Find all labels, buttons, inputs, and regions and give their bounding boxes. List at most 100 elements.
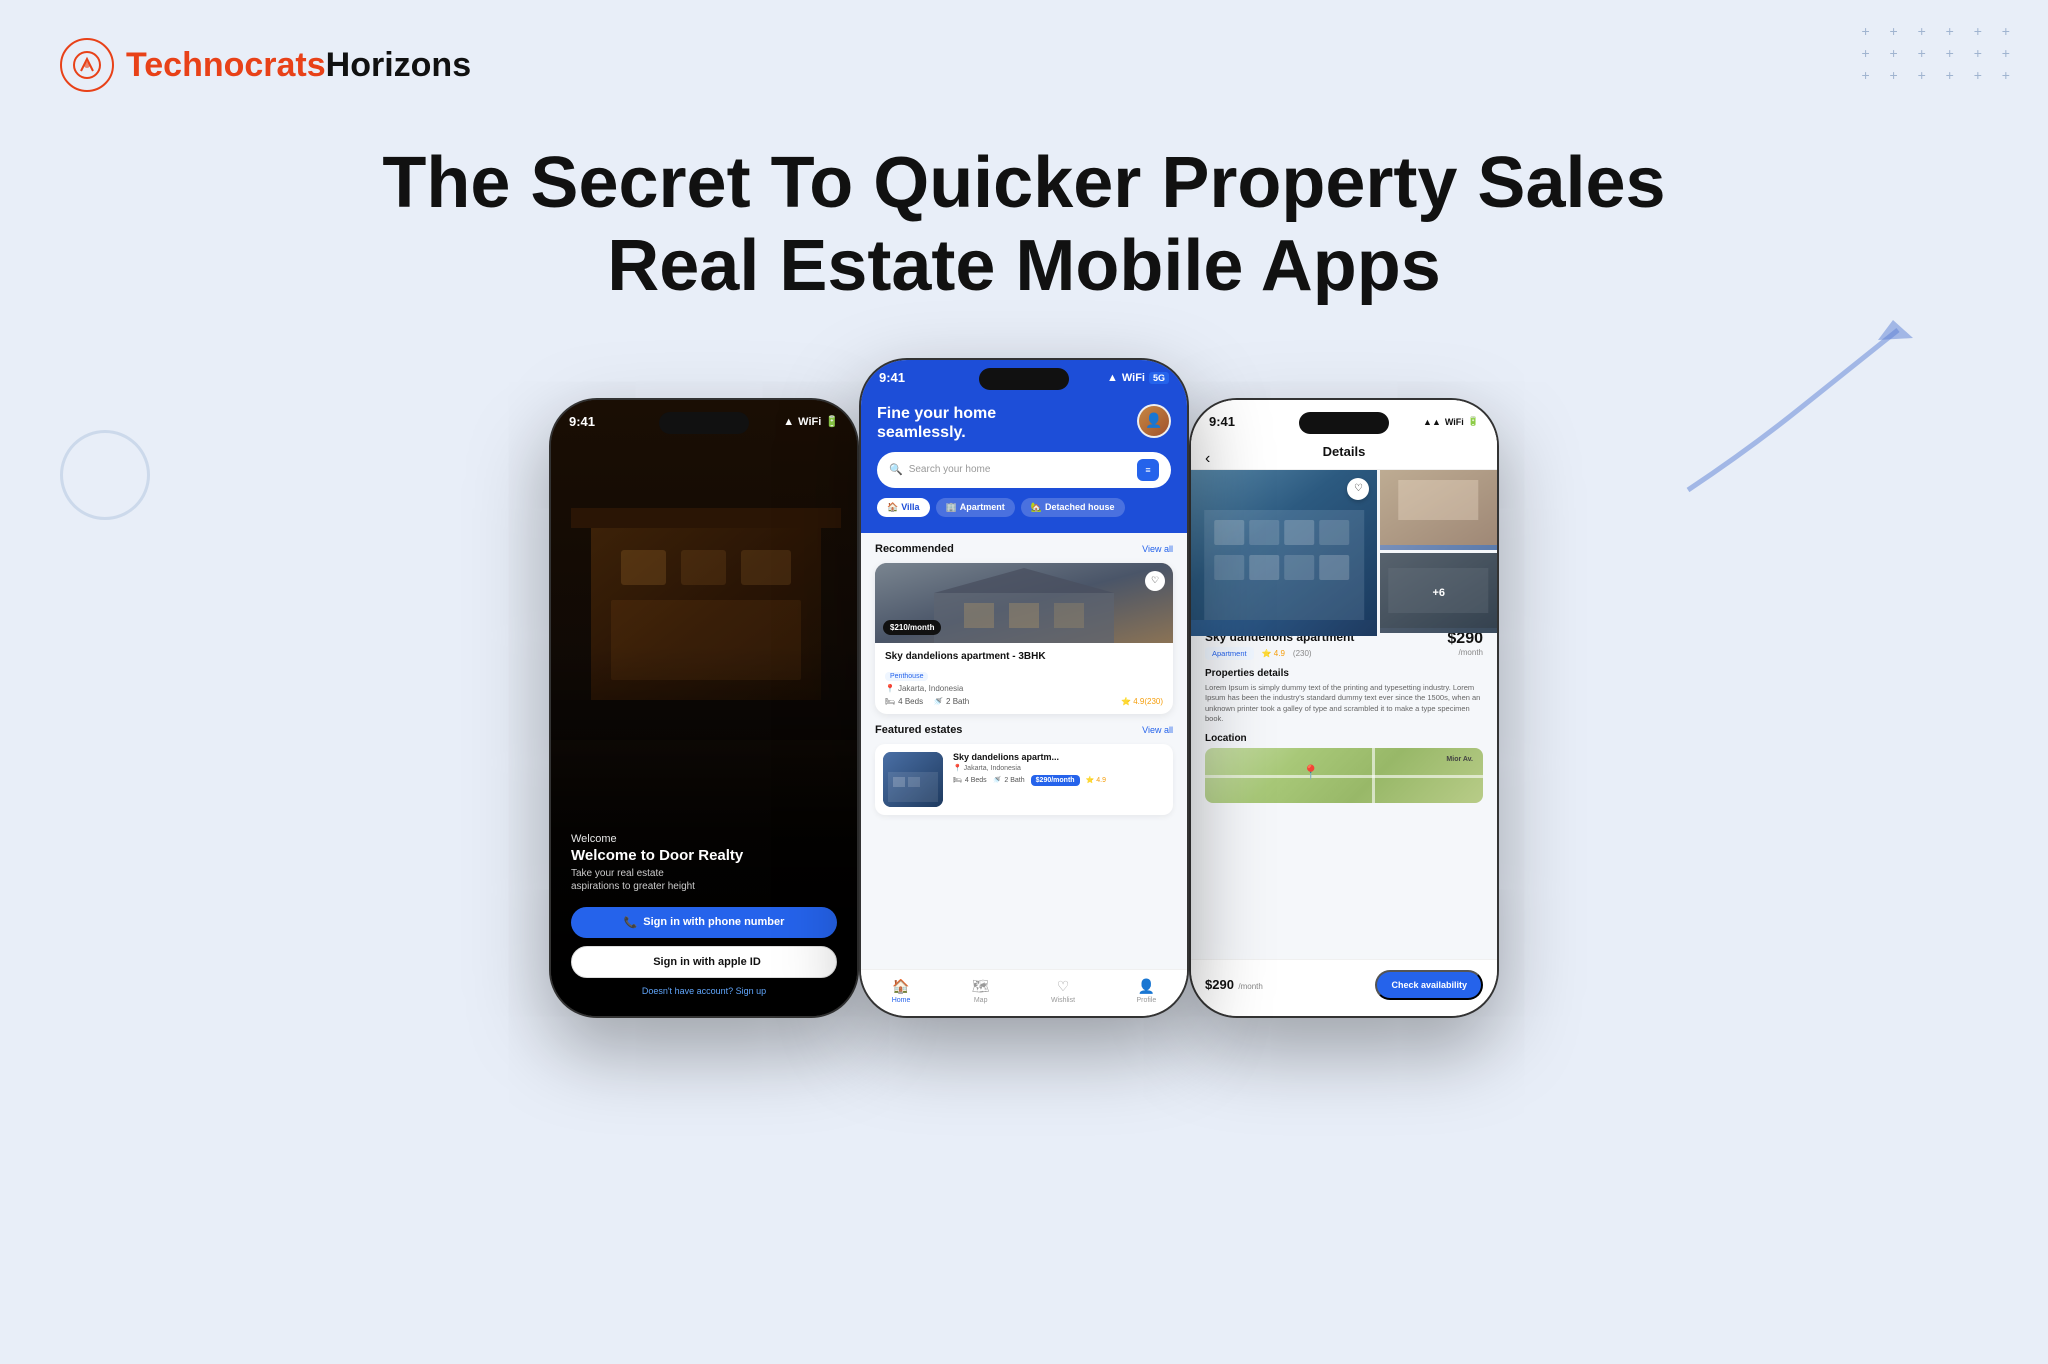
phone2-time: 9:41 (879, 370, 905, 385)
phone2-dynamic-island (979, 368, 1069, 390)
back-button[interactable]: ‹ (1205, 450, 1210, 468)
side-image-1 (1380, 470, 1497, 550)
star-rating: ⭐ 4.9 (1262, 649, 1285, 658)
heart-icon-1[interactable]: ♡ (1145, 571, 1165, 591)
phone-icon: 📞 (624, 916, 638, 929)
footer-price-container: $290 /month (1205, 976, 1263, 994)
estate-location: 📍 Jakarta, Indonesia (953, 764, 1165, 772)
phone1-tagline: Take your real estateaspirations to grea… (571, 867, 837, 893)
phone2-wrapper: 9:41 ▲ WiFi 5G Fine your homeseamlessly. (859, 358, 1189, 1018)
map-icon: 🗺 (972, 978, 990, 995)
featured-section-header: Featured estates View all (875, 724, 1173, 736)
details-title: Details (1323, 444, 1366, 459)
review-count: (230) (1293, 649, 1312, 658)
header: TechnocratsHorizons (0, 0, 2048, 92)
estate-bed-icon: 🛏 (953, 776, 962, 784)
check-availability-button[interactable]: Check availability (1375, 970, 1483, 1000)
title-line2: Real Estate Mobile Apps (607, 226, 1441, 306)
phone1-welcome-label: Welcome (571, 833, 837, 845)
search-bar[interactable]: 🔍 Search your home ≡ (877, 452, 1171, 488)
recommended-title: Recommended (875, 543, 954, 555)
pin-icon: 📍 (885, 684, 895, 693)
card-image: $210/month ♡ (875, 563, 1173, 643)
map-preview: Mior Av. 📍 (1205, 748, 1483, 803)
phone1-no-account: Doesn't have account? Sign up (571, 986, 837, 996)
map-road-horizontal (1205, 775, 1483, 778)
estate-star: ⭐ (1086, 777, 1095, 784)
user-avatar: 👤 (1137, 404, 1171, 438)
estate-details-row: 🛏 4 Beds 🚿 2 Bath $290/month ⭐ (953, 775, 1165, 786)
phone2-body: Recommended View all (861, 533, 1187, 825)
recommended-card: $210/month ♡ Sky dandelions apartment - … (875, 563, 1173, 714)
property-type: Apartment (1205, 647, 1254, 660)
price-badge-1: $210/month (883, 620, 941, 635)
map-pin: 📍 (1302, 764, 1319, 781)
side-images: +6 (1380, 470, 1497, 633)
phone3-info: Sky dandelions apartment Apartment ⭐ 4.9… (1191, 620, 1497, 823)
recommended-section-header: Recommended View all (875, 543, 1173, 555)
card-rating-1: ⭐ 4.9(230) (1121, 697, 1163, 706)
phone2-screen: 9:41 ▲ WiFi 5G Fine your homeseamlessly. (861, 360, 1187, 1016)
view-all-recommended[interactable]: View all (1142, 544, 1173, 554)
phone1-frame: 9:41 ▲ WiFi 🔋 Welcome Welcome to Door Re… (549, 398, 859, 1018)
phone3-wrapper: 9:41 ▲▲ WiFi 🔋 ‹ Details (1189, 398, 1579, 1018)
tab-villa[interactable]: 🏠 Villa (877, 498, 930, 517)
phone3-time: 9:41 (1209, 414, 1235, 429)
estate-baths: 🚿 2 Bath (993, 776, 1025, 784)
estate-pin-icon: 📍 (953, 765, 962, 772)
footer-price: $290 (1205, 977, 1234, 992)
location-section-label: Location (1205, 733, 1483, 744)
phone2-greeting: Fine your homeseamlessly. (877, 404, 996, 442)
nav-home[interactable]: 🏠 Home (892, 978, 911, 1004)
apt-icon: 🏢 (946, 502, 957, 513)
avatar-image: 👤 (1139, 406, 1169, 436)
details-section-label: Properties details (1205, 668, 1483, 679)
card-title-1: Sky dandelions apartment - 3BHK (885, 651, 1163, 662)
card-location-1: 📍 Jakarta, Indonesia (885, 684, 1163, 693)
main-property-image: ♡ (1191, 470, 1377, 636)
bed-icon: 🛏 (885, 697, 895, 706)
property-type-tabs: 🏠 Villa 🏢 Apartment 🏡 Detached house (877, 498, 1171, 517)
profile-icon: 👤 (1138, 978, 1155, 995)
map-street-label: Mior Av. (1446, 756, 1473, 763)
phone3-footer: $290 /month Check availability (1191, 959, 1497, 1016)
phone1-dynamic-island (659, 412, 749, 434)
main-title: The Secret To Quicker Property Sales Rea… (0, 142, 2048, 308)
home-icon: 🏠 (892, 978, 909, 995)
search-input[interactable]: Search your home (909, 464, 1131, 475)
estate-price: $290/month (1031, 775, 1080, 786)
view-all-featured[interactable]: View all (1142, 725, 1173, 735)
phone1-screen: 9:41 ▲ WiFi 🔋 Welcome Welcome to Door Re… (551, 400, 857, 1016)
phone3-screen: 9:41 ▲▲ WiFi 🔋 ‹ Details (1191, 400, 1497, 1016)
phone1-time: 9:41 (569, 414, 595, 429)
nav-map[interactable]: 🗺 Map (972, 978, 990, 1004)
bath-icon: 🚿 (933, 697, 943, 706)
phone2-header-top: Fine your homeseamlessly. 👤 (877, 404, 1171, 442)
phone1-wrapper: 9:41 ▲ WiFi 🔋 Welcome Welcome to Door Re… (469, 398, 859, 1018)
property-images: ♡ (1191, 470, 1497, 620)
sign-in-phone-button[interactable]: 📞 Sign in with phone number (571, 907, 837, 938)
sign-in-apple-button[interactable]: Sign in with apple ID (571, 946, 837, 978)
phone2-header: 9:41 ▲ WiFi 5G Fine your homeseamlessly. (861, 360, 1187, 533)
nav-wishlist[interactable]: ♡ Wishlist (1051, 978, 1075, 1004)
search-icon: 🔍 (889, 463, 903, 476)
beds-detail: 🛏 4 Beds (885, 697, 923, 706)
property-description: Lorem Ipsum is simply dummy text of the … (1205, 683, 1483, 725)
heart-nav-icon: ♡ (1057, 978, 1070, 995)
phone2-frame: 9:41 ▲ WiFi 5G Fine your homeseamlessly. (859, 358, 1189, 1018)
tab-apartment[interactable]: 🏢 Apartment (936, 498, 1015, 517)
estate-beds: 🛏 4 Beds (953, 776, 987, 784)
tab-detached[interactable]: 🏡 Detached house (1021, 498, 1125, 517)
card-type-badge: Penthouse (885, 672, 928, 681)
heart-button[interactable]: ♡ (1347, 478, 1369, 500)
map-road-vertical (1372, 748, 1375, 803)
filter-button[interactable]: ≡ (1137, 459, 1159, 481)
featured-title: Featured estates (875, 724, 962, 736)
house-icon: 🏡 (1031, 502, 1042, 513)
phones-showcase: 9:41 ▲ WiFi 🔋 Welcome Welcome to Door Re… (0, 358, 2048, 1018)
estate-list-item-1: Sky dandelions apartm... 📍 Jakarta, Indo… (875, 744, 1173, 815)
phone1-app-name: Welcome to Door Realty (571, 847, 837, 865)
nav-profile[interactable]: 👤 Profile (1136, 978, 1156, 1004)
sign-up-link[interactable]: Sign up (736, 986, 767, 996)
bottom-nav: 🏠 Home 🗺 Map ♡ Wishlist 👤 Profile (861, 969, 1187, 1016)
